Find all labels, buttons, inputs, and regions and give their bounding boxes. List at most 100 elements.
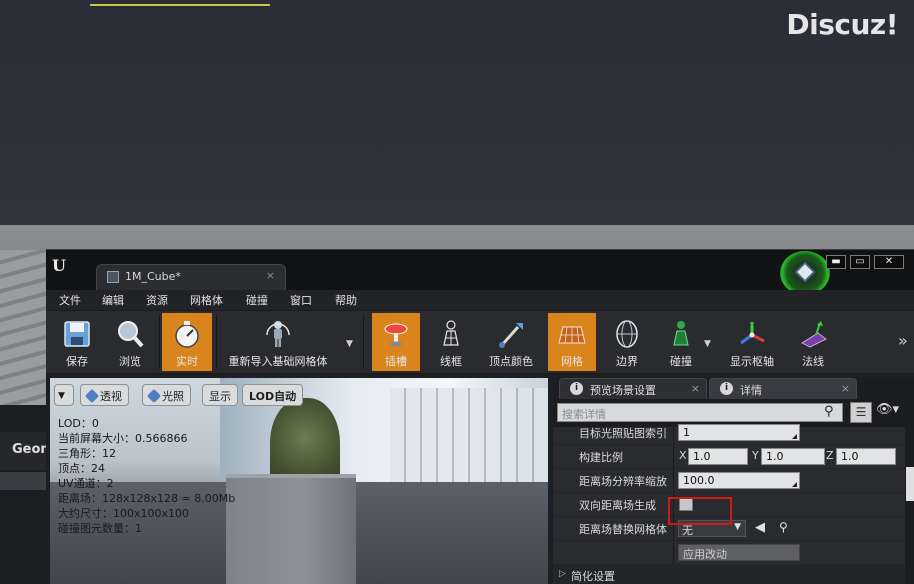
sockets-label: 插槽 xyxy=(385,355,407,368)
wireframe-toggle[interactable]: 线框 xyxy=(426,313,476,371)
scrollbar-thumb[interactable] xyxy=(906,467,914,501)
axis-z-label: Z xyxy=(826,449,834,462)
watermark: Discuz! xyxy=(786,8,898,41)
section-simplify-settings[interactable]: ▷ 简化设置 xyxy=(553,565,905,584)
bounds-toggle[interactable]: 边界 xyxy=(602,313,652,371)
normals-label: 法线 xyxy=(802,355,824,368)
search-details-input[interactable]: 搜索详情 xyxy=(557,403,843,422)
build-scale-x-field[interactable]: 1.0 xyxy=(688,448,748,465)
menu-file[interactable]: 文件 xyxy=(59,292,81,308)
reimport-mannequin-icon xyxy=(266,321,290,347)
mesh-stats-overlay: LOD：0 当前屏幕大小：0.566866 三角形：12 顶点：24 UV通道：… xyxy=(58,416,235,536)
row-lightmap-index: 目标光照贴图索引 1 xyxy=(553,421,905,445)
bounds-label: 边界 xyxy=(616,355,638,368)
lod-auto-button[interactable]: LOD自动 xyxy=(242,384,304,406)
maximize-button[interactable]: ▭ xyxy=(850,255,870,269)
document-tab[interactable]: 1M_Cube* × xyxy=(96,264,286,290)
row-df-resolution: 距离场分辨率缩放 100.0 xyxy=(553,469,905,493)
show-button[interactable]: 显示 xyxy=(202,384,238,406)
perspective-button[interactable]: 透视 xyxy=(80,384,129,406)
df-resolution-field[interactable]: 100.0 xyxy=(678,472,800,489)
use-selected-asset-icon[interactable]: ◀ xyxy=(755,520,765,535)
perspective-label: 透视 xyxy=(100,390,122,403)
collision-label: 碰撞 xyxy=(670,355,692,368)
details-tab-label: 详情 xyxy=(740,384,762,397)
menu-asset[interactable]: 资源 xyxy=(146,292,168,308)
close-button[interactable]: ✕ xyxy=(874,255,904,269)
show-pivot-toggle[interactable]: 显示枢轴 xyxy=(722,313,782,371)
toolbar-separator xyxy=(216,315,217,369)
details-scrollbar[interactable] xyxy=(906,427,914,584)
minimize-button[interactable]: ▬ xyxy=(826,255,846,269)
property-matrix-button[interactable]: ☰ xyxy=(850,402,872,423)
chevron-down-icon: ▼ xyxy=(734,522,741,532)
search-icon[interactable]: ⚲ xyxy=(824,404,834,419)
realtime-toggle[interactable]: 实时 xyxy=(162,313,212,371)
menu-help[interactable]: 帮助 xyxy=(335,292,357,308)
socket-icon xyxy=(384,323,408,347)
stat-distance-field: 距离场：128x128x128 = 8.00Mb xyxy=(58,492,236,505)
lightmap-index-field[interactable]: 1 xyxy=(678,424,800,441)
tab-preview-scene-settings[interactable]: i 预览场景设置 × xyxy=(559,378,707,399)
build-scale-z-field[interactable]: 1.0 xyxy=(836,448,896,465)
collision-button[interactable]: 碰撞 xyxy=(656,313,706,371)
menu-window[interactable]: 窗口 xyxy=(290,292,312,308)
save-label: 保存 xyxy=(66,355,88,368)
show-pivot-label: 显示枢轴 xyxy=(730,355,774,368)
reimport-dropdown-icon[interactable]: ▼ xyxy=(346,339,353,349)
toolbar-separator xyxy=(159,315,160,369)
view-options-button[interactable]: 👁▾ xyxy=(876,402,912,423)
row-build-scale: 构建比例 X 1.0 Y 1.0 Z 1.0 xyxy=(553,445,905,469)
expand-arrow-icon: ▷ xyxy=(559,569,566,579)
tab-details[interactable]: i 详情 × xyxy=(709,378,857,399)
normals-icon xyxy=(801,321,827,348)
tab-close-icon[interactable]: × xyxy=(691,382,700,395)
wireframe-label: 线框 xyxy=(440,355,462,368)
unreal-logo-icon: U xyxy=(52,256,66,275)
browse-button[interactable]: 浏览 xyxy=(104,313,156,371)
resize-corner-icon xyxy=(792,434,797,439)
axis-x-label: X xyxy=(679,449,687,462)
grid-toggle[interactable]: 网格 xyxy=(548,313,596,371)
details-panel: i 预览场景设置 × i 详情 × 搜索详情 ⚲ ☰ 👁▾ 目标光照贴图索引 1… xyxy=(553,378,914,584)
background-selection-outline xyxy=(90,0,270,6)
lit-mode-button[interactable]: 光照 xyxy=(142,384,191,406)
list-icon: ☰ xyxy=(855,405,867,419)
df-resolution-label: 距离场分辨率缩放 xyxy=(579,475,667,488)
lightmap-index-value: 1 xyxy=(683,426,690,439)
static-mesh-icon xyxy=(107,271,119,283)
left-panel-tab[interactable]: Geom xyxy=(0,432,46,470)
lightmap-index-label: 目标光照贴图索引 xyxy=(579,427,667,440)
tab-close-icon[interactable]: × xyxy=(841,382,850,395)
save-button[interactable]: 保存 xyxy=(52,313,102,371)
realtime-label: 实时 xyxy=(176,355,198,368)
background-stairs xyxy=(0,250,50,410)
apply-changes-button[interactable]: 应用改动 xyxy=(678,544,800,561)
viewport-options-button[interactable]: ▼ xyxy=(54,384,74,406)
mesh-preview-viewport[interactable]: ▼ 透视 光照 显示 LOD自动 LOD：0 当前屏幕大小：0.566866 三… xyxy=(50,378,548,584)
title-bar[interactable]: U 1M_Cube* × ▬ ▭ ✕ xyxy=(46,250,914,295)
info-icon: i xyxy=(720,382,733,395)
eye-icon: 👁▾ xyxy=(876,402,900,417)
sockets-toggle[interactable]: 插槽 xyxy=(372,313,420,371)
reimport-base-mesh-button[interactable]: 重新导入基础网格体 xyxy=(220,313,336,371)
stat-screen-size: 当前屏幕大小：0.566866 xyxy=(58,432,188,445)
menu-edit[interactable]: 编辑 xyxy=(102,292,124,308)
static-mesh-editor-window: U 1M_Cube* × ▬ ▭ ✕ 文件 编辑 资源 网格体 碰撞 窗口 帮助 xyxy=(46,249,914,584)
lit-icon xyxy=(146,388,162,404)
build-scale-y-field[interactable]: 1.0 xyxy=(761,448,825,465)
browse-asset-icon[interactable]: ⚲ xyxy=(779,520,788,534)
stat-approx-size: 大约尺寸：100x100x100 xyxy=(58,507,190,520)
stopwatch-icon xyxy=(175,321,199,348)
lit-label: 光照 xyxy=(162,390,184,403)
menu-mesh[interactable]: 网格体 xyxy=(190,292,223,308)
perspective-icon xyxy=(84,388,100,404)
left-panel-row[interactable] xyxy=(0,472,46,490)
collision-dropdown-icon[interactable]: ▼ xyxy=(704,339,711,349)
toolbar-overflow-icon[interactable]: » xyxy=(898,331,908,350)
normals-toggle[interactable]: 法线 xyxy=(788,313,838,371)
build-scale-label: 构建比例 xyxy=(579,451,623,464)
tab-close-icon[interactable]: × xyxy=(266,269,275,282)
vertex-colors-toggle[interactable]: 顶点颜色 xyxy=(482,313,540,371)
menu-collision[interactable]: 碰撞 xyxy=(246,292,268,308)
